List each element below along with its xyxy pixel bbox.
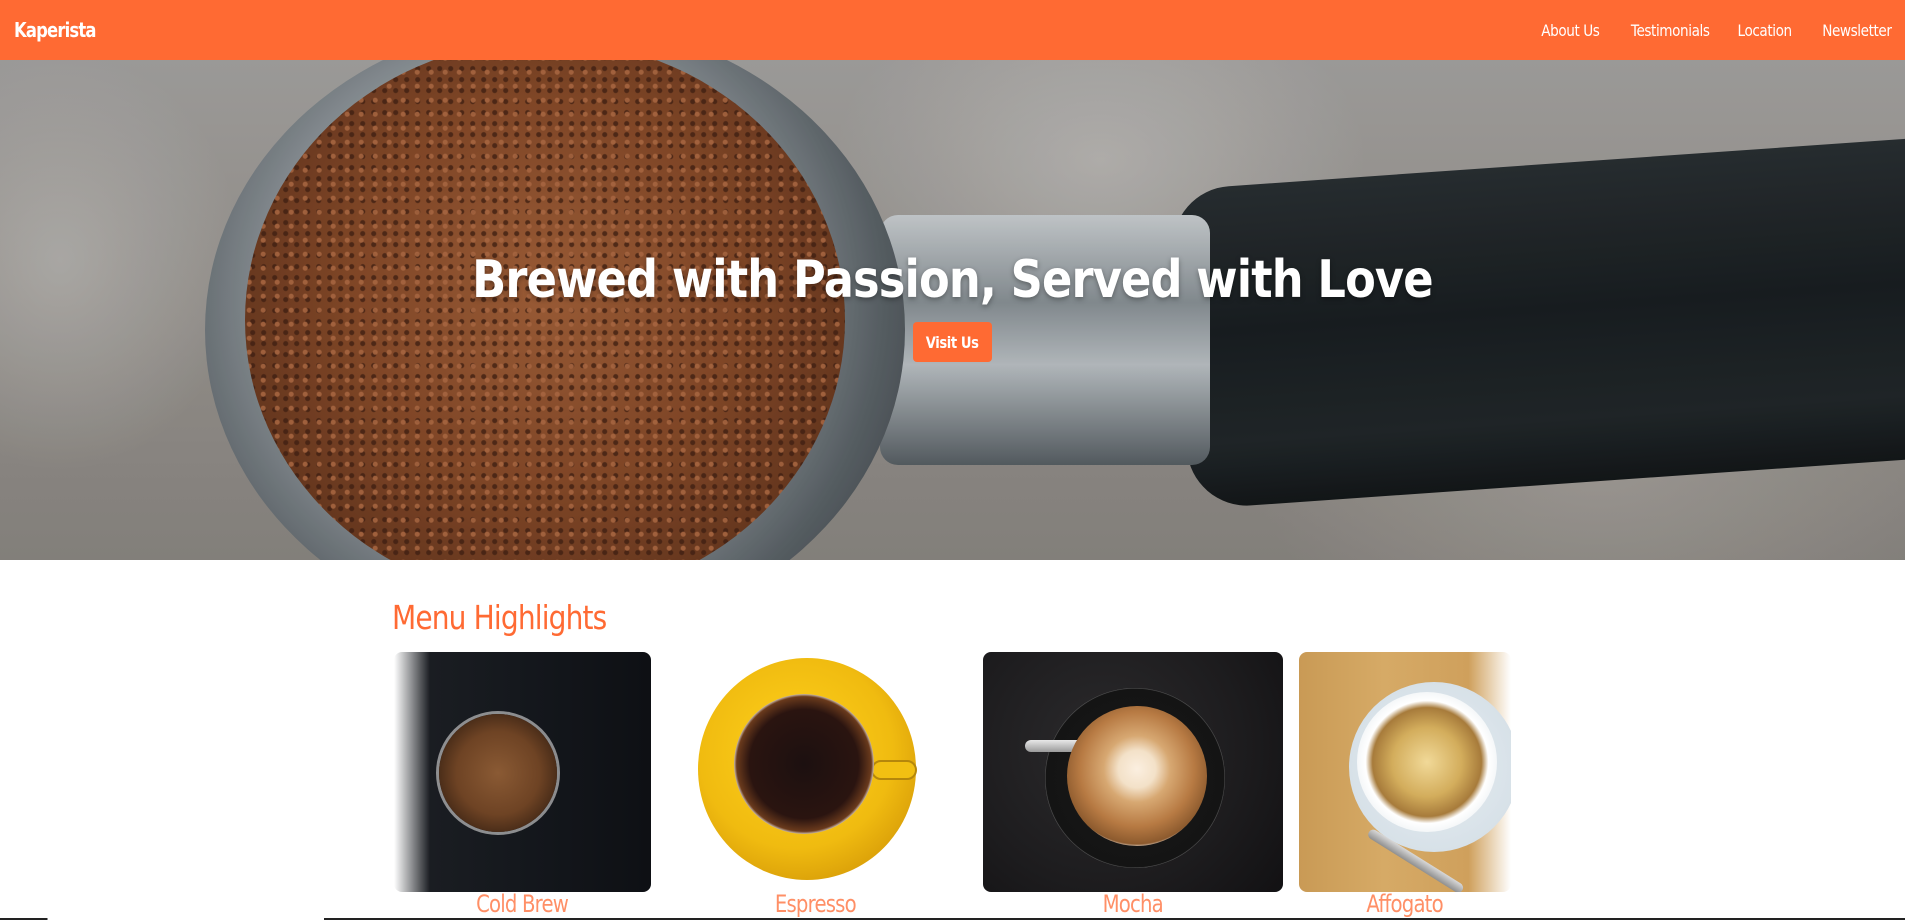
hero-overlay (0, 60, 1905, 560)
cold-brew-image (394, 652, 651, 892)
menu-item-name: Affogato (1366, 890, 1444, 918)
menu-item-name: Mocha (1102, 890, 1164, 918)
menu-card-mocha[interactable]: Mocha (983, 652, 1283, 918)
affogato-cup-icon (1357, 692, 1497, 832)
nav-link-about-us[interactable]: About Us (1541, 21, 1600, 40)
espresso-image (694, 652, 936, 892)
espresso-cup-icon (734, 694, 874, 834)
hero-section: Brewed with Passion, Served with Love (0, 60, 1905, 560)
nav-links: About Us Testimonials Location Newslette… (1531, 21, 1891, 40)
menu-highlights-section: Menu Highlights Cold Brew Espresso Mocha (0, 560, 1905, 920)
menu-card-affogato[interactable]: Affogato (1299, 652, 1511, 918)
menu-card-cold-brew[interactable]: Cold Brew (394, 652, 651, 918)
visit-us-button-label: Visit Us (926, 332, 979, 352)
menu-item-name: Espresso (774, 890, 857, 918)
nav-link-location[interactable]: Location (1737, 21, 1792, 40)
menu-item-name: Cold Brew (476, 890, 570, 918)
navbar: Kaperista About Us Testimonials Location… (0, 0, 1905, 60)
section-title: Menu Highlights (392, 598, 607, 637)
cup-handle-icon (871, 760, 917, 780)
latte-art-cup-icon (1067, 706, 1207, 846)
brand-logo-link[interactable]: Kaperista (14, 18, 96, 42)
affogato-image (1299, 652, 1511, 892)
visit-us-button[interactable]: Visit Us (913, 322, 992, 362)
iced-coffee-glass-icon (439, 714, 557, 832)
hero-title: Brewed with Passion, Served with Love (472, 250, 1433, 310)
hero-content: Brewed with Passion, Served with Love (0, 250, 1905, 310)
menu-card-espresso[interactable]: Espresso (694, 652, 936, 918)
mocha-image (983, 652, 1283, 892)
nav-link-newsletter[interactable]: Newsletter (1822, 21, 1892, 40)
nav-link-testimonials[interactable]: Testimonials (1631, 21, 1710, 40)
